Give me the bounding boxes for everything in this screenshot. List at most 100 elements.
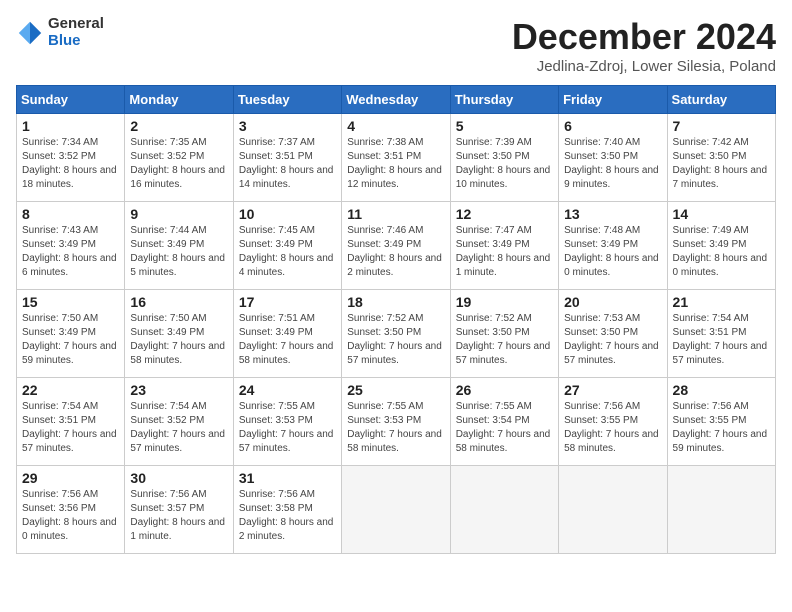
day-number: 9 (130, 206, 227, 222)
day-info: Sunrise: 7:35 AMSunset: 3:52 PMDaylight:… (130, 137, 225, 190)
day-number: 26 (456, 382, 553, 398)
calendar-cell: 25 Sunrise: 7:55 AMSunset: 3:53 PMDaylig… (342, 378, 450, 466)
calendar-cell: 8 Sunrise: 7:43 AMSunset: 3:49 PMDayligh… (17, 202, 125, 290)
col-sunday: Sunday (17, 86, 125, 114)
calendar-cell: 3 Sunrise: 7:37 AMSunset: 3:51 PMDayligh… (233, 114, 341, 202)
day-info: Sunrise: 7:49 AMSunset: 3:49 PMDaylight:… (673, 225, 768, 278)
day-number: 6 (564, 118, 661, 134)
day-number: 18 (347, 294, 444, 310)
logo-text: General Blue (48, 16, 104, 49)
col-monday: Monday (125, 86, 233, 114)
day-number: 19 (456, 294, 553, 310)
calendar-cell: 16 Sunrise: 7:50 AMSunset: 3:49 PMDaylig… (125, 290, 233, 378)
location-title: Jedlina-Zdroj, Lower Silesia, Poland (512, 58, 776, 75)
day-number: 15 (22, 294, 119, 310)
day-number: 13 (564, 206, 661, 222)
logo-icon (16, 19, 44, 47)
day-info: Sunrise: 7:56 AMSunset: 3:58 PMDaylight:… (239, 489, 334, 542)
day-info: Sunrise: 7:43 AMSunset: 3:49 PMDaylight:… (22, 225, 117, 278)
day-number: 3 (239, 118, 336, 134)
calendar-week-row: 8 Sunrise: 7:43 AMSunset: 3:49 PMDayligh… (17, 202, 776, 290)
day-number: 31 (239, 470, 336, 486)
calendar-cell: 10 Sunrise: 7:45 AMSunset: 3:49 PMDaylig… (233, 202, 341, 290)
day-info: Sunrise: 7:55 AMSunset: 3:54 PMDaylight:… (456, 401, 551, 454)
calendar-cell: 7 Sunrise: 7:42 AMSunset: 3:50 PMDayligh… (667, 114, 775, 202)
logo-general-text: General (48, 16, 104, 33)
calendar-cell: 21 Sunrise: 7:54 AMSunset: 3:51 PMDaylig… (667, 290, 775, 378)
calendar-cell: 19 Sunrise: 7:52 AMSunset: 3:50 PMDaylig… (450, 290, 558, 378)
calendar-cell: 20 Sunrise: 7:53 AMSunset: 3:50 PMDaylig… (559, 290, 667, 378)
calendar-cell: 14 Sunrise: 7:49 AMSunset: 3:49 PMDaylig… (667, 202, 775, 290)
calendar-cell: 28 Sunrise: 7:56 AMSunset: 3:55 PMDaylig… (667, 378, 775, 466)
day-info: Sunrise: 7:56 AMSunset: 3:55 PMDaylight:… (564, 401, 659, 454)
day-number: 1 (22, 118, 119, 134)
calendar-cell: 5 Sunrise: 7:39 AMSunset: 3:50 PMDayligh… (450, 114, 558, 202)
calendar-cell: 6 Sunrise: 7:40 AMSunset: 3:50 PMDayligh… (559, 114, 667, 202)
day-number: 20 (564, 294, 661, 310)
title-block: December 2024 Jedlina-Zdroj, Lower Siles… (512, 16, 776, 75)
day-info: Sunrise: 7:52 AMSunset: 3:50 PMDaylight:… (456, 313, 551, 366)
calendar-cell: 30 Sunrise: 7:56 AMSunset: 3:57 PMDaylig… (125, 466, 233, 554)
day-info: Sunrise: 7:56 AMSunset: 3:55 PMDaylight:… (673, 401, 768, 454)
day-number: 5 (456, 118, 553, 134)
calendar-cell: 24 Sunrise: 7:55 AMSunset: 3:53 PMDaylig… (233, 378, 341, 466)
day-number: 24 (239, 382, 336, 398)
calendar-table: Sunday Monday Tuesday Wednesday Thursday… (16, 85, 776, 554)
day-number: 29 (22, 470, 119, 486)
day-number: 7 (673, 118, 770, 134)
calendar-cell: 18 Sunrise: 7:52 AMSunset: 3:50 PMDaylig… (342, 290, 450, 378)
calendar-cell (342, 466, 450, 554)
day-number: 21 (673, 294, 770, 310)
calendar-week-row: 1 Sunrise: 7:34 AMSunset: 3:52 PMDayligh… (17, 114, 776, 202)
day-number: 23 (130, 382, 227, 398)
day-info: Sunrise: 7:47 AMSunset: 3:49 PMDaylight:… (456, 225, 551, 278)
calendar-cell: 31 Sunrise: 7:56 AMSunset: 3:58 PMDaylig… (233, 466, 341, 554)
day-info: Sunrise: 7:37 AMSunset: 3:51 PMDaylight:… (239, 137, 334, 190)
col-friday: Friday (559, 86, 667, 114)
col-thursday: Thursday (450, 86, 558, 114)
calendar-cell: 12 Sunrise: 7:47 AMSunset: 3:49 PMDaylig… (450, 202, 558, 290)
calendar-cell: 1 Sunrise: 7:34 AMSunset: 3:52 PMDayligh… (17, 114, 125, 202)
calendar-week-row: 29 Sunrise: 7:56 AMSunset: 3:56 PMDaylig… (17, 466, 776, 554)
day-info: Sunrise: 7:55 AMSunset: 3:53 PMDaylight:… (347, 401, 442, 454)
logo: General Blue (16, 16, 104, 49)
day-info: Sunrise: 7:40 AMSunset: 3:50 PMDaylight:… (564, 137, 659, 190)
day-number: 30 (130, 470, 227, 486)
calendar-cell: 9 Sunrise: 7:44 AMSunset: 3:49 PMDayligh… (125, 202, 233, 290)
day-number: 27 (564, 382, 661, 398)
logo-blue-text: Blue (48, 33, 104, 50)
calendar-cell: 22 Sunrise: 7:54 AMSunset: 3:51 PMDaylig… (17, 378, 125, 466)
calendar-cell: 13 Sunrise: 7:48 AMSunset: 3:49 PMDaylig… (559, 202, 667, 290)
day-info: Sunrise: 7:46 AMSunset: 3:49 PMDaylight:… (347, 225, 442, 278)
day-info: Sunrise: 7:53 AMSunset: 3:50 PMDaylight:… (564, 313, 659, 366)
calendar-cell: 11 Sunrise: 7:46 AMSunset: 3:49 PMDaylig… (342, 202, 450, 290)
day-info: Sunrise: 7:54 AMSunset: 3:51 PMDaylight:… (673, 313, 768, 366)
day-info: Sunrise: 7:52 AMSunset: 3:50 PMDaylight:… (347, 313, 442, 366)
calendar-cell: 23 Sunrise: 7:54 AMSunset: 3:52 PMDaylig… (125, 378, 233, 466)
day-number: 16 (130, 294, 227, 310)
calendar-cell: 4 Sunrise: 7:38 AMSunset: 3:51 PMDayligh… (342, 114, 450, 202)
day-number: 2 (130, 118, 227, 134)
day-number: 22 (22, 382, 119, 398)
day-number: 25 (347, 382, 444, 398)
calendar-cell: 15 Sunrise: 7:50 AMSunset: 3:49 PMDaylig… (17, 290, 125, 378)
day-info: Sunrise: 7:42 AMSunset: 3:50 PMDaylight:… (673, 137, 768, 190)
calendar-week-row: 22 Sunrise: 7:54 AMSunset: 3:51 PMDaylig… (17, 378, 776, 466)
col-wednesday: Wednesday (342, 86, 450, 114)
calendar-header-row: Sunday Monday Tuesday Wednesday Thursday… (17, 86, 776, 114)
day-info: Sunrise: 7:54 AMSunset: 3:52 PMDaylight:… (130, 401, 225, 454)
day-number: 8 (22, 206, 119, 222)
col-tuesday: Tuesday (233, 86, 341, 114)
day-info: Sunrise: 7:48 AMSunset: 3:49 PMDaylight:… (564, 225, 659, 278)
day-info: Sunrise: 7:55 AMSunset: 3:53 PMDaylight:… (239, 401, 334, 454)
calendar-cell (450, 466, 558, 554)
day-number: 28 (673, 382, 770, 398)
day-number: 12 (456, 206, 553, 222)
day-info: Sunrise: 7:56 AMSunset: 3:57 PMDaylight:… (130, 489, 225, 542)
day-info: Sunrise: 7:45 AMSunset: 3:49 PMDaylight:… (239, 225, 334, 278)
month-title: December 2024 (512, 16, 776, 58)
day-info: Sunrise: 7:39 AMSunset: 3:50 PMDaylight:… (456, 137, 551, 190)
day-number: 14 (673, 206, 770, 222)
calendar-cell (559, 466, 667, 554)
day-info: Sunrise: 7:51 AMSunset: 3:49 PMDaylight:… (239, 313, 334, 366)
